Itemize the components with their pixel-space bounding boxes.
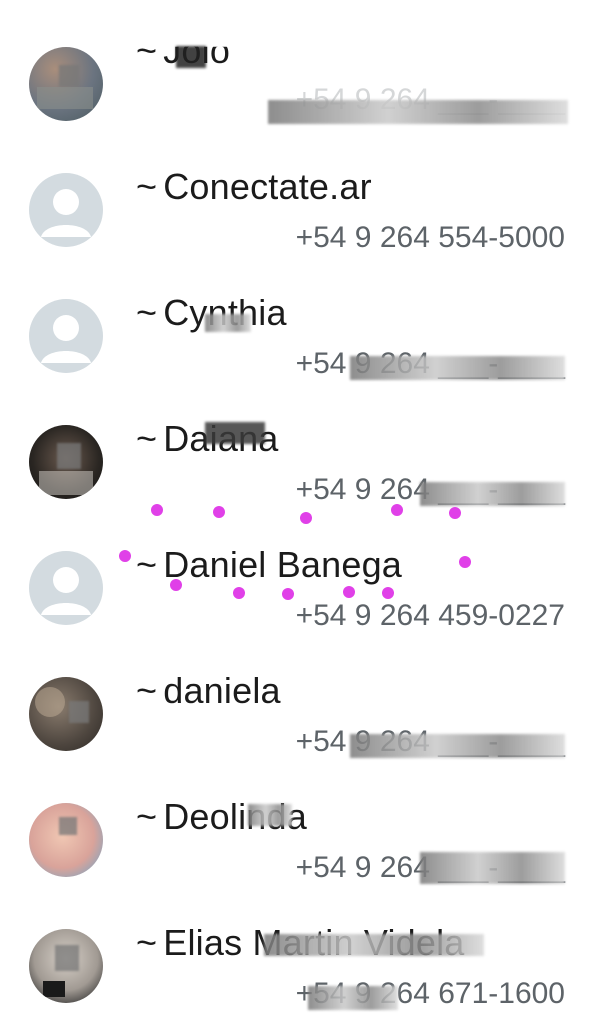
annotation-dot xyxy=(459,556,471,568)
person-silhouette-icon xyxy=(29,299,103,373)
contact-row-jolo[interactable]: ~Jolo +54 9 264 ___-____ xyxy=(0,0,592,126)
redaction-mask xyxy=(205,314,251,332)
annotation-dot xyxy=(391,504,403,516)
annotation-dot xyxy=(233,587,245,599)
redaction-mask xyxy=(268,100,568,124)
contact-row-daniela[interactable]: ~daniela +54 9 264 ___-____ xyxy=(0,630,592,758)
annotation-dot xyxy=(170,579,182,591)
contact-row-daniel-banega[interactable]: ~ Daniel Banega +54 9 264 459-0227 xyxy=(0,504,592,632)
contact-list: ~Jolo +54 9 264 ___-____ ~Conectate.ar +… xyxy=(0,0,592,1024)
contact-row-deolinda[interactable]: ~Deolinda +54 9 264 ___-____ xyxy=(0,756,592,884)
redaction-mask xyxy=(420,852,565,884)
person-silhouette-icon xyxy=(29,173,103,247)
contact-avatar-photo xyxy=(29,425,103,499)
redaction-mask xyxy=(350,734,565,758)
redaction-mask xyxy=(248,804,292,826)
redaction-mask xyxy=(205,422,265,444)
contact-phone: +54 9 264 554-5000 xyxy=(295,221,565,254)
contact-phone: +54 9 264 459-0227 xyxy=(295,599,565,632)
contact-avatar-photo xyxy=(29,677,103,751)
contact-row-cynthia[interactable]: ~Cynthia +54 9 264 ___-____ xyxy=(0,252,592,380)
annotation-dot xyxy=(449,507,461,519)
person-silhouette-icon xyxy=(29,551,103,625)
contact-avatar-photo xyxy=(29,47,103,121)
annotation-dot xyxy=(300,512,312,524)
redaction-mask xyxy=(350,356,565,380)
contact-name: ~ daniela xyxy=(136,670,281,711)
redaction-mask xyxy=(176,46,206,68)
annotation-dot xyxy=(382,587,394,599)
redaction-mask xyxy=(308,986,398,1010)
contact-avatar-photo xyxy=(29,803,103,877)
annotation-dot xyxy=(151,504,163,516)
contact-name: ~ Conectate.ar xyxy=(136,166,372,207)
contact-row-daiana[interactable]: ~Daiana +54 9 264 ___-____ xyxy=(0,378,592,506)
annotation-dot xyxy=(343,586,355,598)
annotation-dot xyxy=(213,506,225,518)
annotation-dot xyxy=(282,588,294,600)
annotation-dot xyxy=(119,550,131,562)
contact-avatar-photo xyxy=(29,929,103,1003)
redaction-mask xyxy=(264,934,484,956)
contact-row-conectate[interactable]: ~ Conectate.ar +54 9 264 554-5000 xyxy=(0,126,592,254)
redaction-mask xyxy=(420,482,565,506)
contact-row-elias[interactable]: ~Elias Martin Videla +54 9 264 671-1600 xyxy=(0,882,592,1010)
